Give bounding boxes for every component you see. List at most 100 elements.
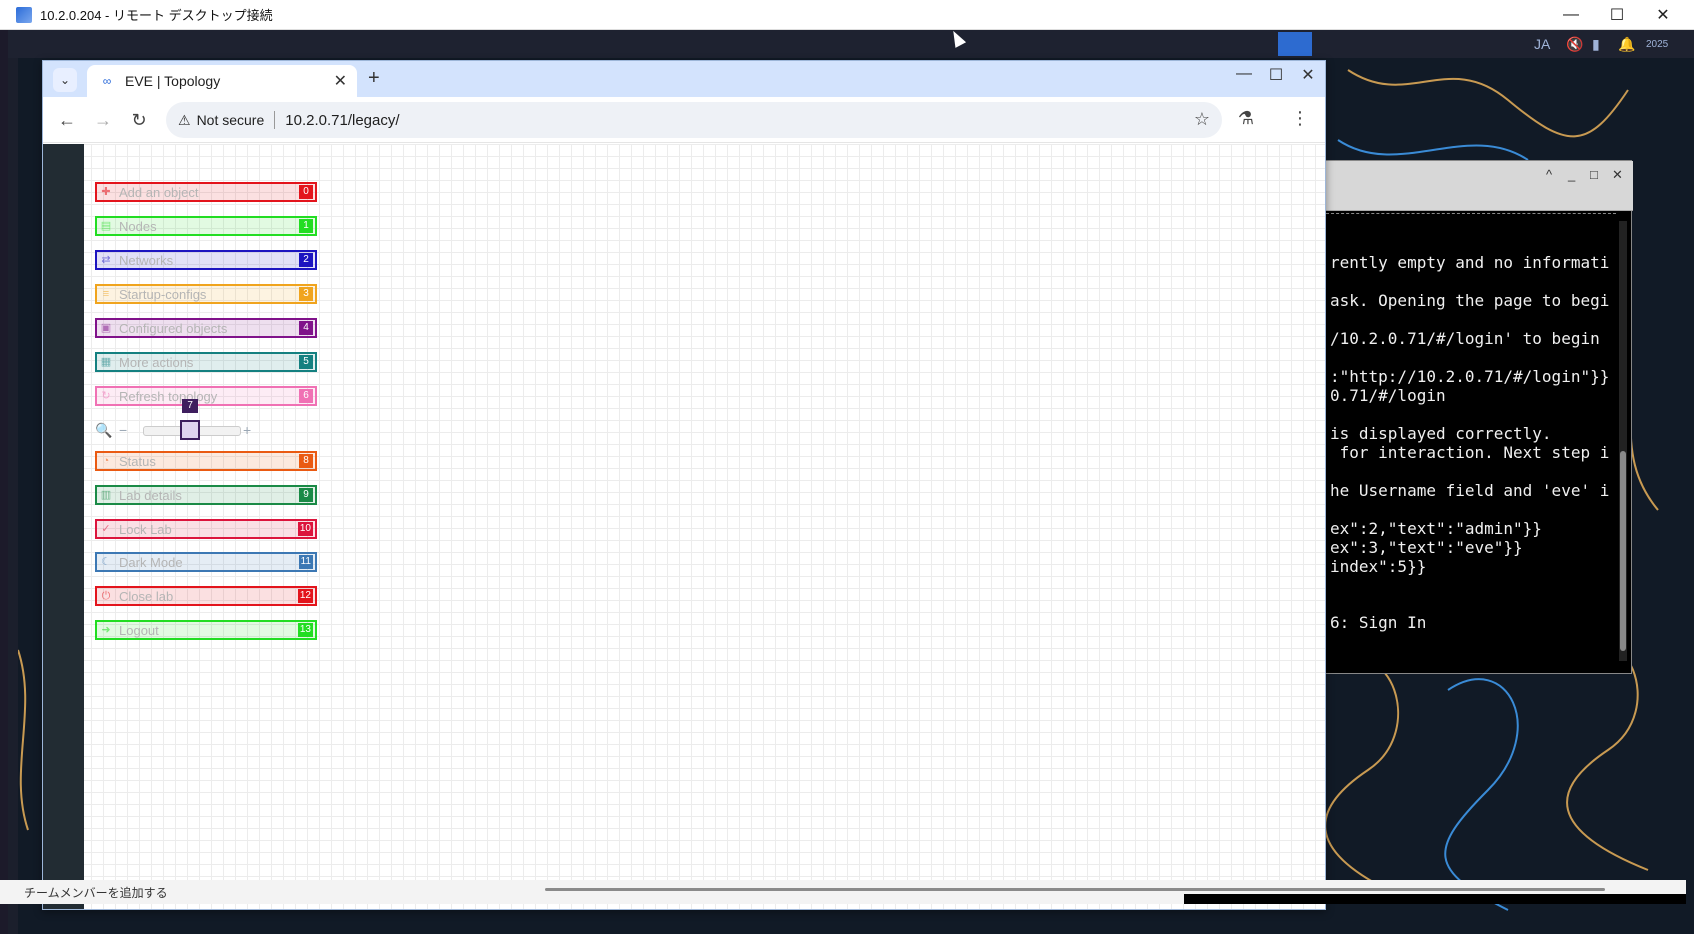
warning-icon[interactable]: ⚠ [178,112,191,129]
menu-item[interactable]: ☾ Dark Mode 11 [95,552,317,572]
tab-eve-topology[interactable]: ∞ EVE | Topology ✕ [87,65,357,97]
menu-item-label: Nodes [119,218,157,234]
grid-icon: ▦ [100,356,112,368]
eve-favicon-icon: ∞ [102,74,112,88]
menu-item-label: Close lab [119,588,174,604]
notification-bell-icon[interactable]: 🔔 [1618,30,1635,58]
shortcut-badge: 2 [299,253,313,267]
zoom-icon: 🔍 [95,422,113,438]
rdp-minimize-button[interactable]: — [1548,0,1594,30]
terminal-line: rently empty and no informati [1330,253,1610,272]
eve-sidebar [43,144,84,909]
tab-title: EVE | Topology [125,73,221,89]
desktop-left-strip [8,58,18,934]
shortcut-badge: 13 [297,623,313,637]
menu-item[interactable]: ≡ Startup-configs 3 [95,284,317,304]
tab-close-icon[interactable]: ✕ [334,71,347,91]
menu-item[interactable]: ➜ Logout 13 [95,620,317,640]
refresh-icon: ↻ [101,390,111,402]
url-text[interactable]: 10.2.0.71/legacy/ [285,112,399,129]
terminal-minimize-button[interactable]: _ [1568,167,1575,182]
shortcut-badge: 0 [299,185,313,199]
new-tab-button[interactable]: + [368,67,380,90]
shortcut-badge: 9 [299,488,313,502]
menu-item-label: Status [119,453,156,469]
menu-item[interactable]: ⏻ Close lab 12 [95,586,317,606]
menu-item[interactable]: ▦ More actions 5 [95,352,317,372]
rdp-titlebar: 10.2.0.204 - リモート デスクトップ接続 — ☐ ✕ [0,0,1694,30]
terminal-line: /10.2.0.71/#/login' to begin [1330,329,1600,348]
rdp-close-button[interactable]: ✕ [1640,0,1686,30]
address-bar[interactable]: ⚠ Not secure 10.2.0.71/legacy/ ☆ [166,102,1222,138]
security-label[interactable]: Not secure [197,112,265,128]
terminal-titlebar: ^ _ □ ✕ [1326,161,1633,211]
reload-button[interactable]: ↻ [127,108,151,132]
browser-menu-icon[interactable]: ⋮ [1288,108,1312,129]
remote-taskbar: JA 🔇 ▮ 🔔 2025 [8,30,1694,58]
rdp-maximize-button[interactable]: ☐ [1594,0,1640,30]
clock-date[interactable]: 2025 [1646,30,1668,58]
power-icon: ⏻ [101,590,111,602]
terminal-scroll-thumb[interactable] [1620,451,1626,651]
zoom-slider-handle[interactable] [180,420,201,440]
menu-item[interactable]: ✓ Lock Lab 10 [95,519,317,539]
bottom-bar-text: チームメンバーを追加する [24,886,168,900]
menu-item[interactable]: ✚ Add an object 0 [95,182,317,202]
browser-close-button[interactable]: ✕ [1293,65,1323,85]
menu-item[interactable]: ↻ Refresh topology 6 [95,386,317,406]
menu-item-label: Refresh topology [119,388,218,404]
forward-button[interactable]: → [91,108,115,132]
menu-item[interactable]: ▤ Nodes 1 [95,216,317,236]
terminal-line: is displayed correctly. [1330,424,1552,443]
back-button[interactable]: ← [55,108,79,132]
network-icon: ⇄ [101,254,111,266]
active-app-icon[interactable] [1278,32,1312,56]
omnibox-separator [274,111,276,129]
menu-item-label: Configured objects [119,320,228,336]
menu-item[interactable]: ⇄ Networks 2 [95,250,317,270]
bottom-right-dark-area [1184,894,1686,904]
menu-item[interactable]: ▣ Configured objects 4 [95,318,317,338]
rdp-app-icon [16,6,32,23]
status-icon: ◔ [102,455,110,467]
terminal-line: 0.71/#/login [1330,386,1446,405]
shortcut-badge: 1 [299,219,313,233]
details-icon: ▥ [100,489,112,501]
browser-maximize-button[interactable]: ☐ [1261,65,1291,85]
terminal-line: ex":2,"text":"admin"}} [1330,519,1542,538]
tab-search-button[interactable]: ⌄ [53,68,77,92]
battery-icon[interactable]: ▮ [1592,30,1600,58]
terminal-line: ask. Opening the page to begi [1330,291,1610,310]
terminal-window[interactable]: ^ _ □ ✕ rently empty and no informati as… [1325,160,1633,674]
shortcut-badge: 8 [299,454,313,468]
terminal-line: ex":3,"text":"eve"}} [1330,538,1523,557]
terminal-close-button[interactable]: ✕ [1612,167,1623,183]
terminal-maximize-button[interactable]: □ [1590,167,1598,182]
bookmark-star-icon[interactable]: ☆ [1194,109,1210,130]
terminal-line: 6: Sign In [1330,613,1427,632]
shortcut-badge: 7 [182,399,199,413]
browser-window[interactable]: ⌄ ∞ EVE | Topology ✕ + — ☐ ✕ ← → ↻ ⚠ Not… [42,60,1326,910]
shortcut-badge: 5 [299,355,313,369]
menu-item-label: Logout [119,622,159,638]
logout-icon: ➜ [101,624,111,636]
terminal-scrollbar[interactable] [1619,221,1627,661]
menu-item[interactable]: ◔ Status 8 [95,451,317,471]
plus-icon: ✚ [101,186,111,198]
browser-minimize-button[interactable]: — [1229,65,1259,83]
menu-item-label: Startup-configs [119,286,207,302]
menu-item-label: More actions [119,354,194,370]
eve-topology-canvas[interactable]: ✚ Add an object 0 ▤ Nodes 1 ⇄ Networks 2 ≡ Startup… [43,144,1325,909]
menu-item-label: Add an object [119,184,199,200]
browser-toolbar: ← → ↻ ⚠ Not secure 10.2.0.71/legacy/ ☆ ⚗… [43,97,1325,143]
speaker-muted-icon[interactable]: 🔇 [1566,30,1583,58]
zoom-in-button[interactable]: + [243,422,251,438]
terminal-line: :"http://10.2.0.71/#/login"}} [1330,367,1610,386]
terminal-collapse-button[interactable]: ^ [1546,167,1552,182]
labs-icon[interactable]: ⚗ [1234,108,1258,129]
terminal-divider [1326,213,1616,214]
language-indicator[interactable]: JA [1534,30,1550,58]
zoom-out-button[interactable]: − [119,422,127,438]
horizontal-scrollbar[interactable] [545,888,1605,891]
menu-item[interactable]: ▥ Lab details 9 [95,485,317,505]
